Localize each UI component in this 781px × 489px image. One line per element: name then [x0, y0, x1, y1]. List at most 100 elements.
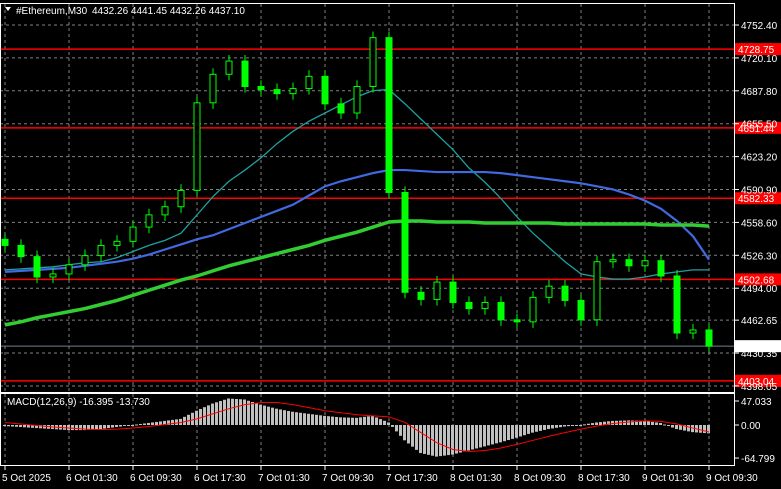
macd-histogram-bar	[343, 417, 346, 425]
macd-histogram-bar	[287, 410, 290, 425]
macd-histogram-bar	[539, 425, 542, 431]
candle-body	[449, 281, 457, 303]
symbol-label: #Ethereum,M30	[16, 6, 88, 17]
macd-histogram-bar	[103, 425, 106, 429]
candle-body	[609, 259, 617, 263]
macd-histogram-bar	[351, 417, 354, 425]
macd-histogram-bar	[439, 425, 442, 457]
price-tick-label: 4590.90	[741, 186, 778, 197]
ohlc-label: 4432.26 4441.45 4432.26 4437.10	[92, 6, 245, 17]
macd-histogram-bar	[675, 425, 678, 430]
macd-histogram-bar	[107, 425, 110, 429]
macd-histogram-bar	[95, 425, 98, 430]
time-tick-label: 6 Oct 17:30	[194, 473, 246, 484]
macd-histogram-bar	[571, 425, 574, 426]
macd-histogram-bar	[451, 425, 454, 455]
candle-body	[145, 214, 153, 228]
price-tick-label: 4398.05	[741, 382, 778, 393]
macd-histogram-bar	[323, 415, 326, 425]
candle-body	[353, 86, 361, 114]
macd-histogram-bar	[183, 416, 186, 425]
candle-body	[1, 238, 9, 246]
candle-body	[689, 329, 697, 334]
macd-histogram-bar	[75, 425, 78, 431]
price-tick-label: 4720.10	[741, 54, 778, 65]
macd-histogram-bar	[331, 416, 334, 425]
macd-histogram-bar	[223, 399, 226, 425]
macd-histogram-bar	[115, 425, 118, 428]
macd-histogram-bar	[671, 425, 674, 428]
macd-histogram-bar	[643, 420, 646, 425]
macd-histogram-bar	[687, 425, 690, 432]
macd-histogram-bar	[423, 425, 426, 454]
candle-body	[209, 73, 217, 104]
macd-histogram-bar	[271, 407, 274, 425]
macd-histogram-bar	[363, 416, 366, 425]
candle-body	[273, 89, 281, 95]
macd-histogram-bar	[3, 425, 6, 427]
macd-histogram-bar	[151, 422, 154, 425]
macd-histogram-bar	[679, 425, 682, 430]
macd-histogram-bar	[11, 425, 14, 427]
macd-histogram-bar	[375, 417, 378, 425]
collapse-triangle-icon[interactable]	[5, 7, 11, 11]
price-chart[interactable]: 4728.754651.444582.334502.684403.044437.…	[0, 0, 781, 489]
macd-histogram-bar	[171, 419, 174, 425]
price-tick-label: 4623.20	[741, 153, 778, 164]
macd-histogram-bar	[527, 425, 530, 434]
macd-histogram-bar	[355, 417, 358, 425]
macd-histogram-bar	[259, 404, 262, 425]
macd-histogram-bar	[27, 425, 30, 428]
macd-histogram-bar	[515, 425, 518, 438]
macd-histogram-bar	[283, 410, 286, 425]
macd-histogram-bar	[7, 425, 10, 427]
macd-histogram-bar	[303, 413, 306, 425]
macd-histogram-bar	[263, 405, 266, 425]
time-tick-label: 8 Oct 01:30	[450, 473, 502, 484]
macd-histogram-bar	[491, 425, 494, 445]
candle-body	[705, 329, 713, 347]
candle-body	[65, 264, 73, 275]
macd-histogram-bar	[123, 425, 126, 427]
macd-histogram-bar	[339, 417, 342, 425]
macd-histogram-bar	[275, 408, 278, 425]
macd-histogram-bar	[347, 417, 350, 425]
macd-histogram-bar	[327, 416, 330, 425]
macd-histogram-bar	[119, 425, 122, 427]
macd-label: MACD(12,26,9) -16.395 -13.730	[7, 397, 150, 408]
candle-body	[529, 296, 537, 323]
candle-body	[561, 285, 569, 301]
macd-histogram-bar	[139, 423, 142, 425]
macd-histogram-bar	[567, 425, 570, 427]
price-tick-label: 4494.00	[741, 284, 778, 295]
macd-histogram-bar	[71, 425, 74, 431]
macd-histogram-bar	[231, 398, 234, 425]
macd-histogram-bar	[191, 412, 194, 425]
candle-body	[33, 256, 41, 278]
time-axis: 5 Oct 2025 6 Oct 01:30 6 Oct 09:30 6 Oct 17…	[2, 466, 758, 484]
macd-histogram-bar	[507, 425, 510, 441]
time-tick-label: 6 Oct 01:30	[66, 473, 118, 484]
candle-body	[49, 273, 57, 278]
candle-body	[193, 102, 201, 191]
candle-body	[17, 244, 25, 258]
macd-histogram-bar	[551, 425, 554, 429]
time-tick-label: 5 Oct 2025	[2, 473, 51, 484]
macd-histogram-bar	[663, 424, 666, 426]
candle-body	[97, 244, 105, 257]
macd-histogram-bar	[651, 421, 654, 425]
moving-averages	[4, 88, 710, 327]
macd-tick-label: 0.00	[741, 421, 761, 432]
candle-body	[657, 260, 665, 277]
macd-histogram-bar	[435, 425, 438, 457]
candle-body	[305, 75, 313, 90]
macd-histogram-bar	[587, 423, 590, 425]
macd-histogram-bar	[519, 425, 522, 437]
macd-histogram-bar	[455, 425, 458, 454]
macd-histogram-bar	[127, 425, 130, 426]
macd-histogram-bar	[599, 422, 602, 425]
macd-histogram-bar	[15, 425, 18, 427]
candle-body	[337, 103, 345, 114]
macd-histogram-bar	[591, 423, 594, 425]
macd-histogram-bar	[479, 425, 482, 448]
